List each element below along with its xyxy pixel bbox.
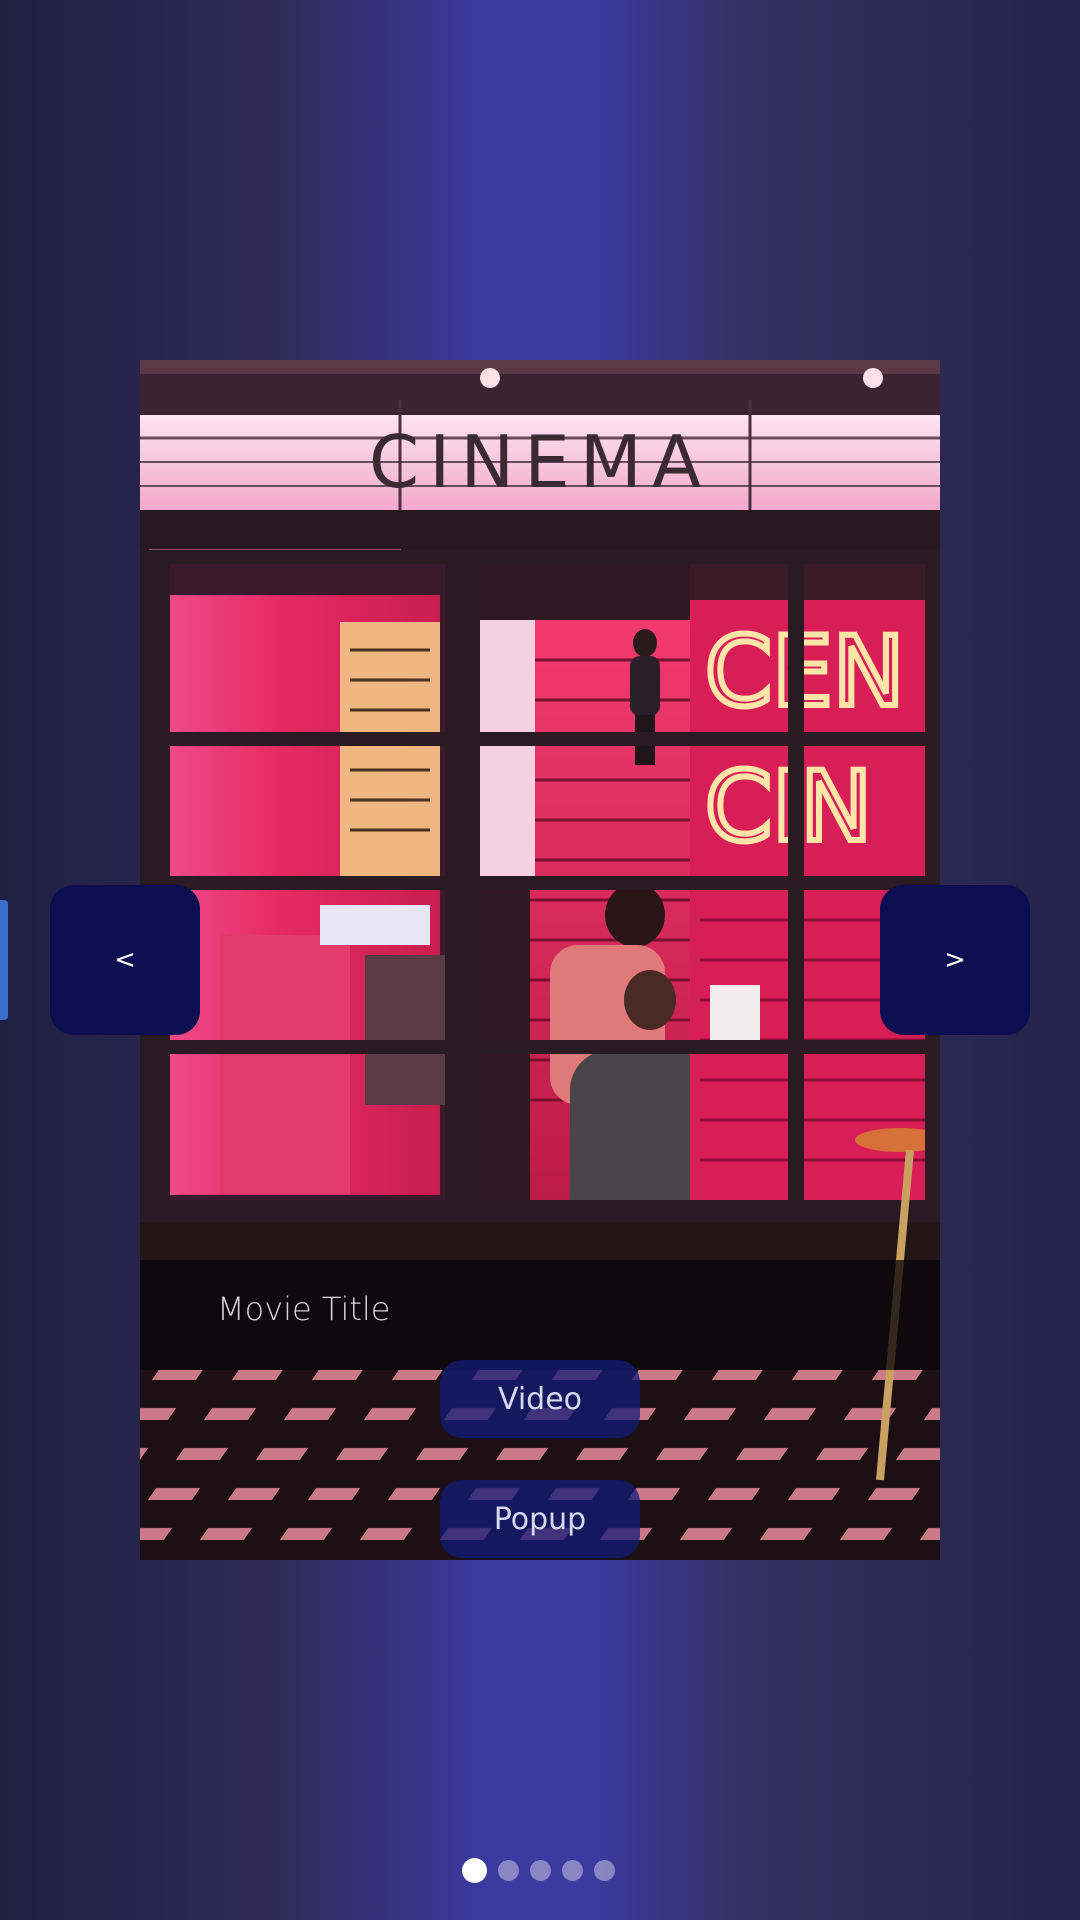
pagination-dots: [0, 1857, 1078, 1883]
page-dot-1[interactable]: [461, 1857, 487, 1883]
page-dot-3[interactable]: [529, 1859, 551, 1881]
svg-text:CINEMA: CINEMA: [369, 420, 711, 504]
page-dot-5[interactable]: [593, 1859, 615, 1881]
page-dot-2[interactable]: [497, 1859, 519, 1881]
page-dot-4[interactable]: [561, 1859, 583, 1881]
previous-button[interactable]: <: [50, 885, 200, 1035]
next-button[interactable]: >: [880, 885, 1030, 1035]
edge-indicator: [0, 900, 8, 1020]
movie-title: Movie Title: [217, 1290, 391, 1328]
video-button[interactable]: Video: [440, 1360, 640, 1438]
movie-card[interactable]: CINEMA CEN Movie Title Video Popup: [140, 360, 940, 1560]
popup-button[interactable]: Popup: [440, 1480, 640, 1558]
svg-text:CEN: CEN: [705, 616, 905, 728]
